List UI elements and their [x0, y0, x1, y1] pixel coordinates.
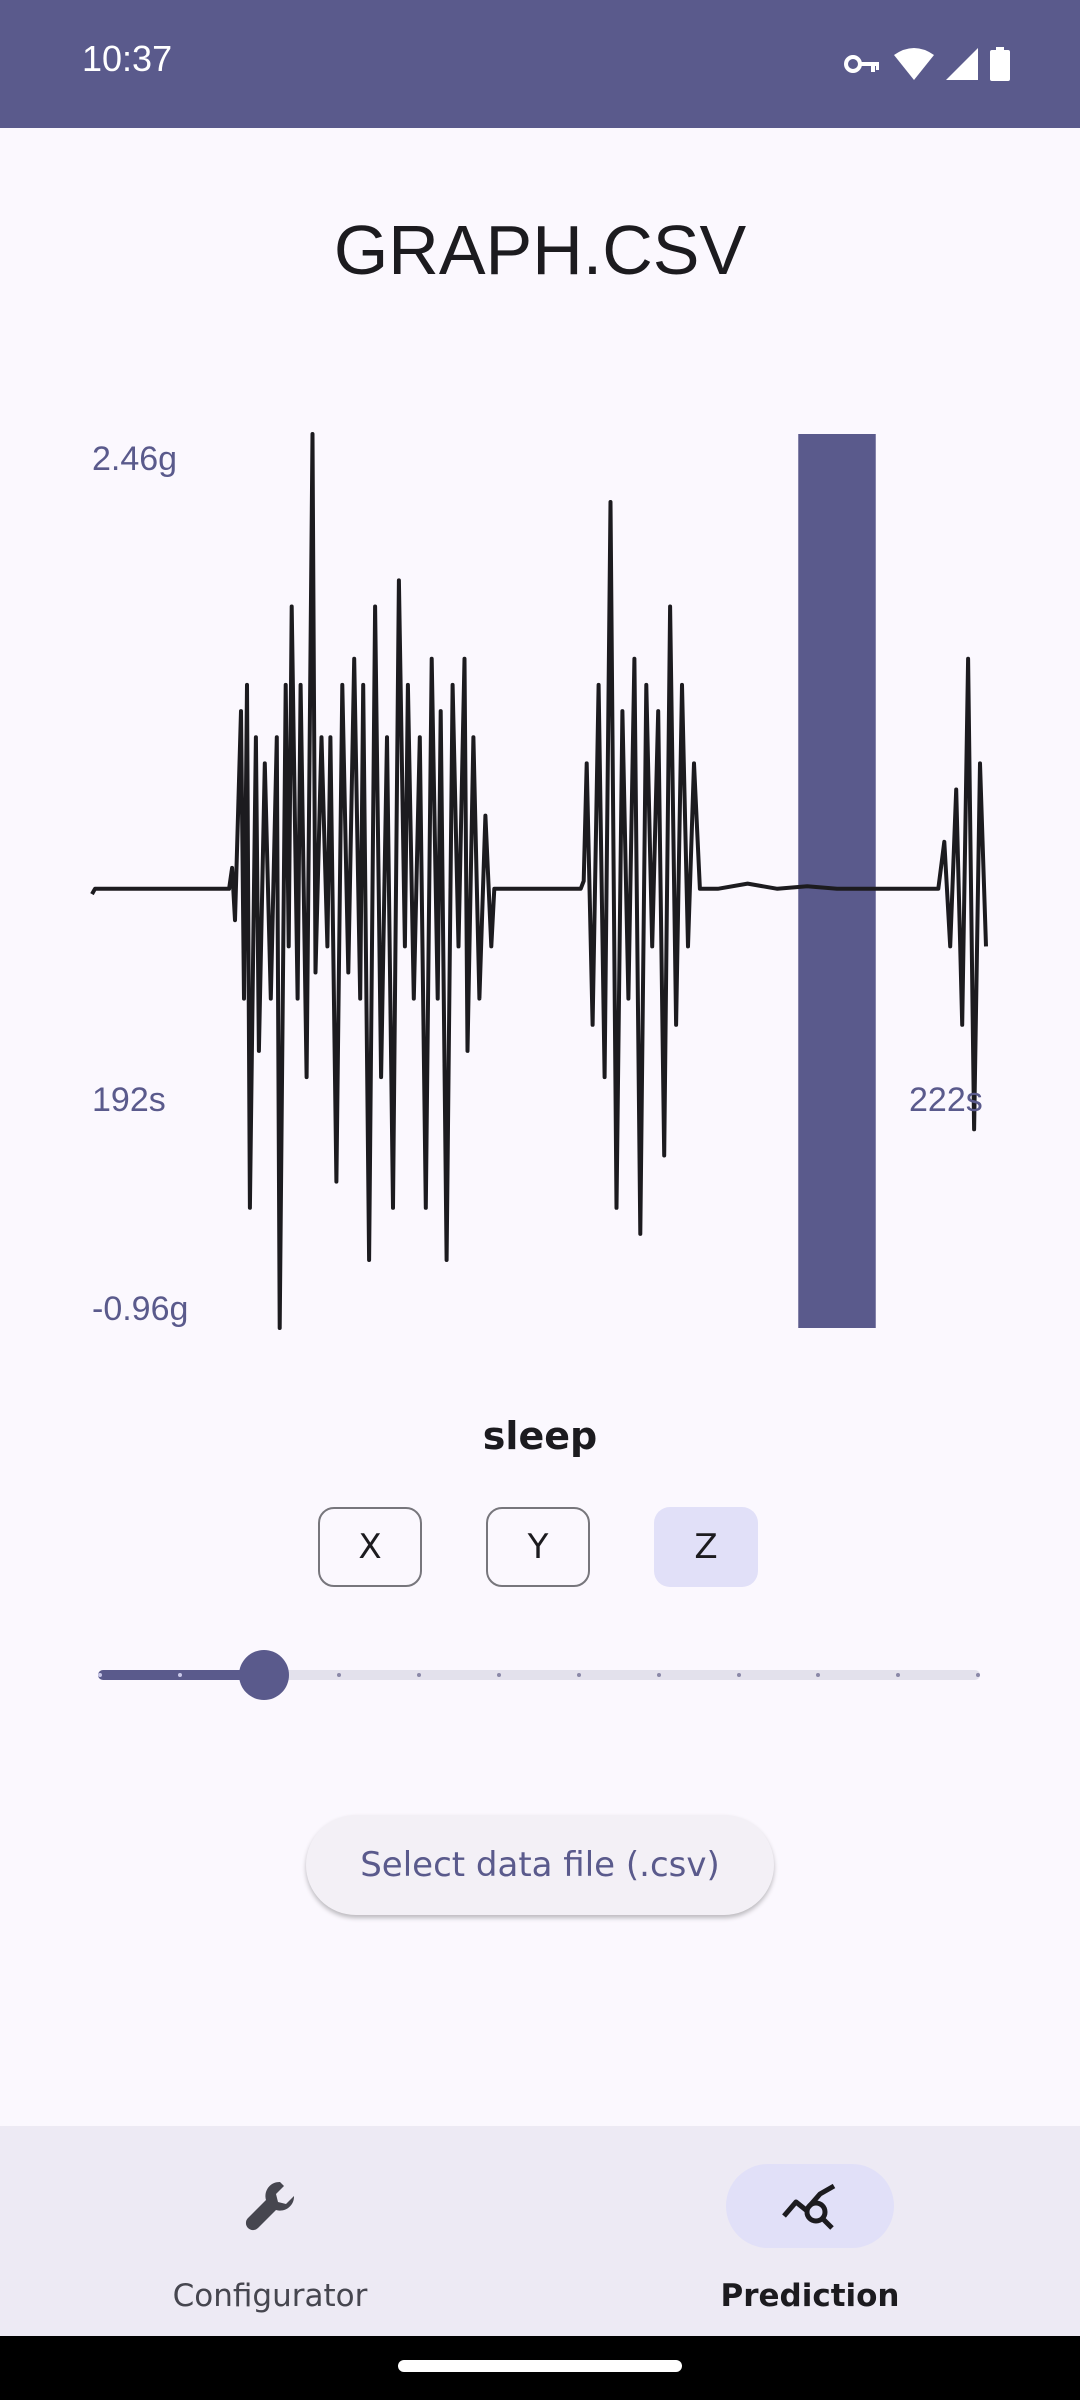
chart-search-icon [782, 2183, 836, 2230]
slider-tick [656, 1673, 661, 1677]
axis-toggle-y[interactable]: Y [486, 1507, 590, 1587]
nav-item-configurator[interactable]: Configurator [0, 2126, 540, 2336]
app-screen: 10:37 GRAPH.CSV 2.46g 192s 222s -0.96g s… [0, 0, 1080, 2400]
status-bar: 10:37 [0, 0, 1080, 128]
battery-icon [990, 47, 1010, 81]
slider-tick [576, 1673, 581, 1677]
nav-label-prediction: Prediction [720, 2278, 900, 2314]
nav-icon-container-active [726, 2164, 894, 2248]
prediction-window-highlight [798, 434, 876, 1328]
home-gesture-handle[interactable] [398, 2360, 682, 2372]
vpn-key-icon [844, 52, 882, 76]
slider-thumb[interactable] [239, 1650, 289, 1700]
nav-label-configurator: Configurator [172, 2278, 368, 2314]
x-start-label: 192s [92, 1081, 166, 1119]
gesture-nav-bar [0, 2336, 1080, 2400]
page-title: GRAPH.CSV [333, 211, 747, 289]
wifi-icon [894, 47, 934, 81]
bottom-navigation: Configurator Prediction [0, 2126, 1080, 2336]
wrench-icon [245, 2181, 295, 2231]
axis-toggle-z[interactable]: Z [654, 1507, 758, 1587]
select-data-file-button[interactable]: Select data file (.csv) [306, 1815, 774, 1915]
prediction-result-label: sleep [482, 1414, 598, 1458]
y-max-label: 2.46g [92, 440, 177, 478]
x-end-label: 222s [909, 1081, 983, 1119]
axis-toggle-x[interactable]: X [318, 1507, 422, 1587]
slider-tick [976, 1673, 980, 1677]
window-slider[interactable] [98, 1640, 980, 1710]
status-icons [844, 44, 1010, 84]
chart-svg: 2.46g 192s 222s -0.96g [90, 432, 988, 1330]
slider-tick [736, 1673, 741, 1677]
accelerometer-chart: 2.46g 192s 222s -0.96g [0, 400, 1080, 1360]
nav-item-prediction[interactable]: Prediction [540, 2126, 1080, 2336]
y-min-label: -0.96g [92, 1290, 188, 1328]
slider-tick [177, 1673, 182, 1677]
nav-icon-container [186, 2164, 354, 2248]
cell-signal-icon [946, 48, 978, 80]
slider-tick [98, 1673, 102, 1677]
status-time: 10:37 [82, 38, 173, 79]
